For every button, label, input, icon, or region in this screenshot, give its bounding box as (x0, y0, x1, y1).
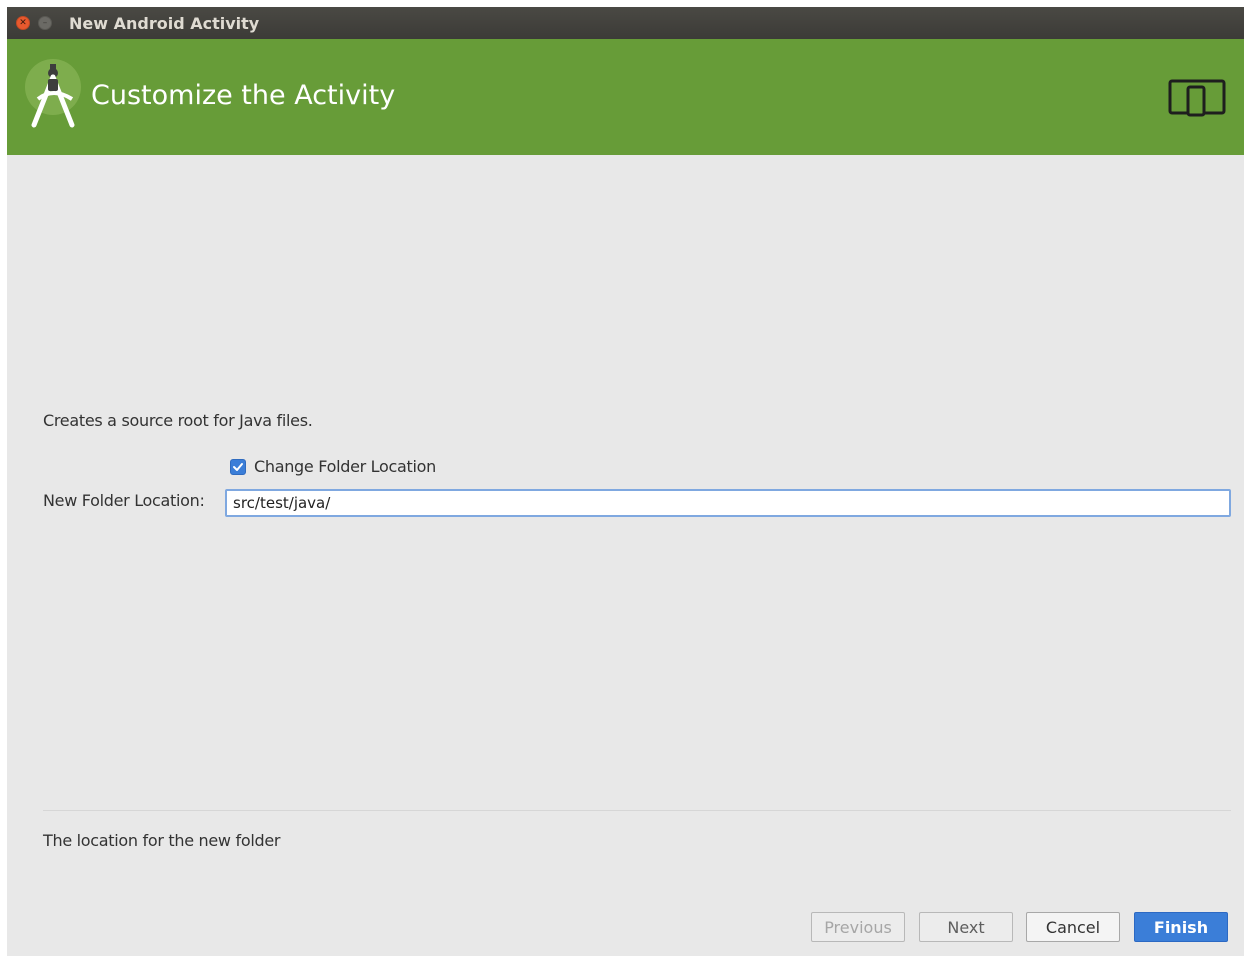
title-bar: ✕ – New Android Activity (7, 7, 1244, 39)
previous-button[interactable]: Previous (811, 912, 905, 942)
page-title: Customize the Activity (91, 80, 396, 111)
finish-button[interactable]: Finish (1134, 912, 1228, 942)
change-folder-location-checkbox-row[interactable]: Change Folder Location (230, 457, 436, 476)
wizard-header: Customize the Activity (7, 39, 1244, 155)
new-folder-location-input[interactable] (225, 489, 1231, 517)
android-studio-logo-icon (25, 59, 81, 128)
dialog-window: ✕ – New Android Activity Customize the A… (7, 7, 1244, 956)
next-button[interactable]: Next (919, 912, 1013, 942)
new-folder-location-label: New Folder Location: (43, 491, 205, 510)
window-minimize-button[interactable]: – (38, 16, 52, 30)
divider (43, 810, 1231, 811)
checkbox-label[interactable]: Change Folder Location (254, 457, 436, 476)
phone-tablet-icon (1168, 79, 1226, 117)
description-text: Creates a source root for Java files. (43, 411, 313, 430)
window-title: New Android Activity (69, 14, 260, 33)
change-folder-location-checkbox[interactable] (230, 458, 246, 475)
checkmark-icon (233, 462, 243, 471)
window-close-button[interactable]: ✕ (16, 16, 30, 30)
help-hint-text: The location for the new folder (43, 831, 281, 850)
cancel-button[interactable]: Cancel (1026, 912, 1120, 942)
wizard-content: Creates a source root for Java files. Ch… (7, 155, 1244, 956)
